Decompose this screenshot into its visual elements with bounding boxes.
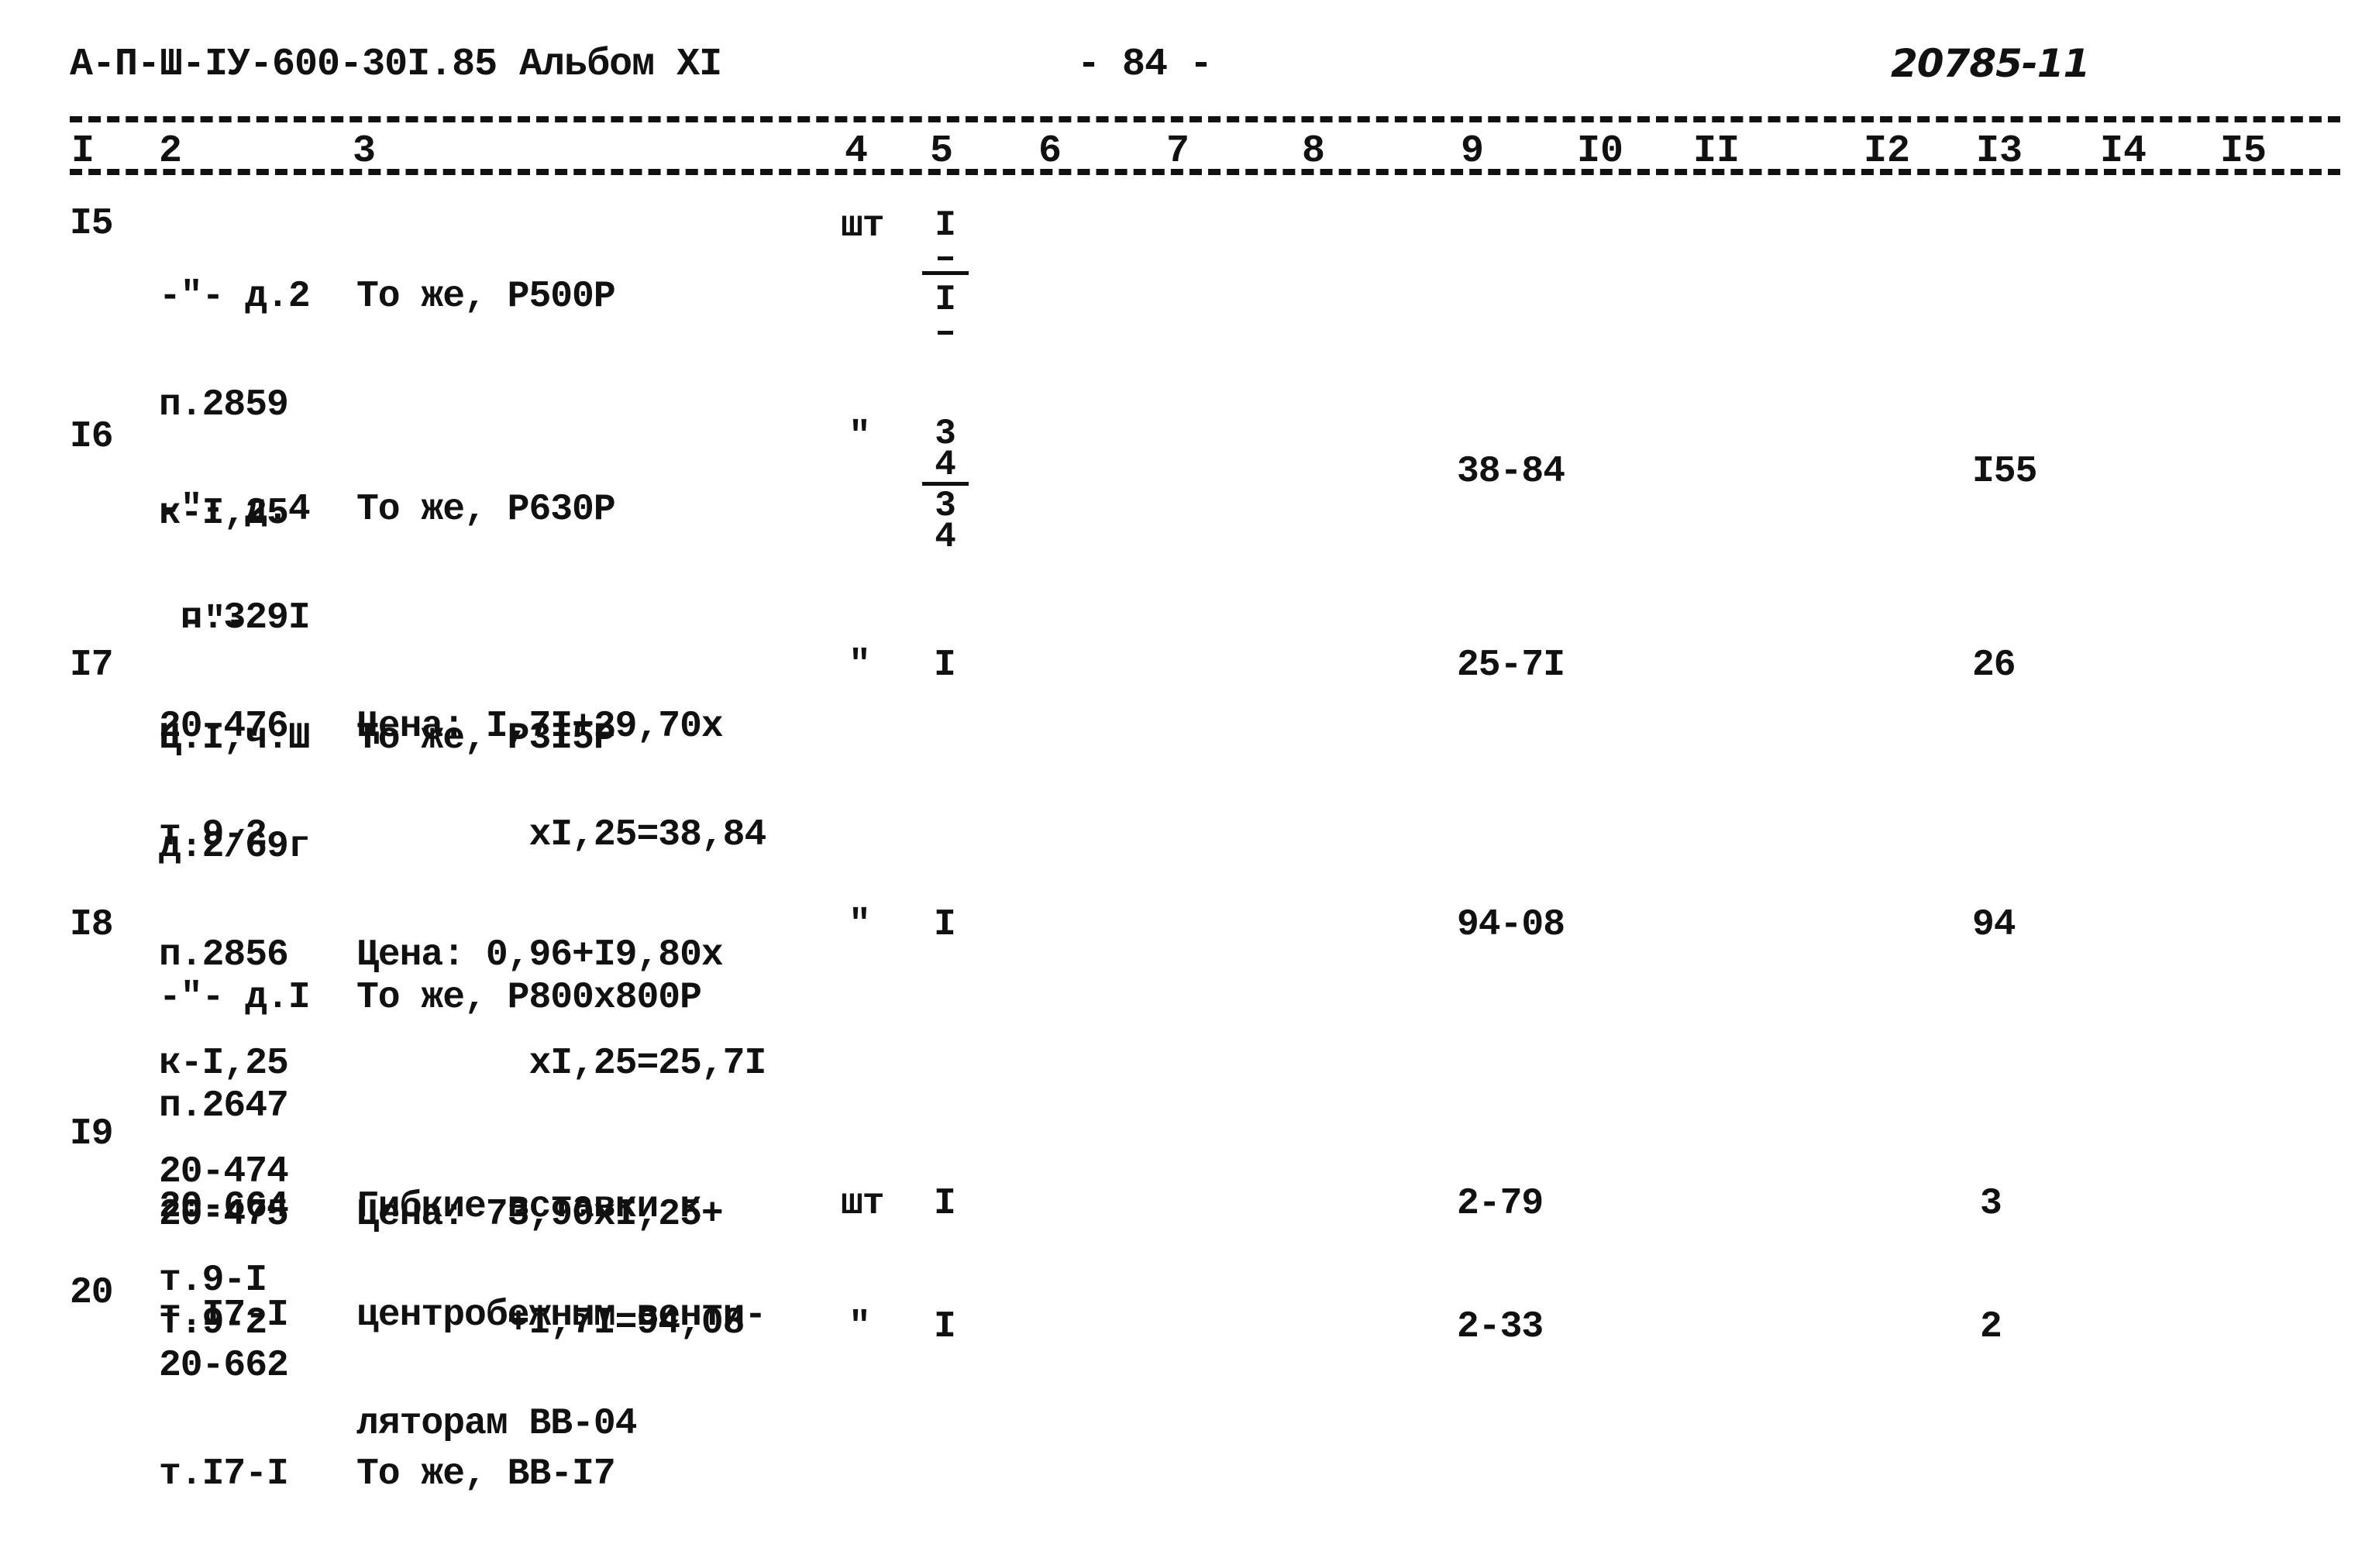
description-line: То же, ВВ-І7 bbox=[356, 1453, 616, 1495]
column-number: 4 bbox=[845, 129, 869, 174]
fraction-dash bbox=[938, 256, 953, 260]
row-column-9-value: 94-08 bbox=[1457, 904, 1565, 946]
description-line: Гибкие вставки к bbox=[356, 1186, 702, 1228]
row-number: І8 bbox=[70, 904, 114, 946]
row-description: То же, Р500Р bbox=[356, 205, 616, 388]
description-line bbox=[356, 1349, 615, 1383]
header-rule-bottom bbox=[70, 169, 2340, 175]
column-number: 9 bbox=[1461, 129, 1485, 174]
row-unit: " bbox=[849, 904, 871, 946]
row-reference: 20-662 т.І7-І bbox=[159, 1274, 289, 1566]
header-rule-top bbox=[70, 116, 2340, 122]
row-number: І9 bbox=[70, 1113, 114, 1155]
column-number: І5 bbox=[2220, 129, 2267, 174]
reference-line: 20-664 bbox=[159, 1186, 289, 1228]
description-line bbox=[356, 601, 766, 635]
row-number: І7 bbox=[70, 645, 114, 686]
quantity-denominator: І bbox=[935, 280, 956, 320]
quantity-denominator: 4 bbox=[935, 517, 956, 557]
row-number: 20 bbox=[70, 1272, 114, 1314]
row-quantity: І bbox=[934, 904, 956, 946]
column-number: І0 bbox=[1577, 129, 1624, 174]
fraction-bar bbox=[922, 271, 969, 275]
column-number: 3 bbox=[353, 129, 377, 174]
page-number: - 84 - bbox=[1077, 43, 1213, 87]
reference-line: -"- д.І bbox=[159, 977, 311, 1019]
row-unit: шт bbox=[841, 205, 885, 247]
row-column-13-value: І55 bbox=[1972, 451, 2037, 493]
column-number: 8 bbox=[1302, 129, 1326, 174]
description-line: То же, Р500Р bbox=[356, 276, 616, 318]
row-quantity: І bbox=[934, 1183, 956, 1225]
description-line: То же, Р630Р bbox=[356, 489, 616, 531]
row-unit: " bbox=[849, 645, 871, 686]
fraction-dash bbox=[938, 331, 953, 335]
reference-line: д.2/69г bbox=[159, 826, 311, 868]
document-code: А-П-Ш-ІУ-600-30І.85 Альбом ХІ bbox=[70, 43, 722, 87]
row-description: То же, ВВ-І7 bbox=[356, 1274, 616, 1566]
row-column-9-value: 2-79 bbox=[1457, 1183, 1544, 1225]
row-unit: шт bbox=[841, 1183, 885, 1225]
description-line: То же, Р3І5Р bbox=[356, 717, 616, 759]
column-number: 2 bbox=[159, 129, 183, 174]
row-column-13-value: 2 bbox=[1980, 1306, 2002, 1348]
row-column-13-value: 26 bbox=[1972, 645, 2016, 686]
column-number: 7 bbox=[1166, 129, 1190, 174]
column-number: 5 bbox=[930, 129, 954, 174]
row-unit: " bbox=[849, 1306, 871, 1348]
row-column-9-value: 2-33 bbox=[1457, 1306, 1544, 1348]
description-line: То же, Р800х800Р bbox=[356, 977, 702, 1019]
row-quantity: І bbox=[934, 1306, 956, 1348]
row-quantity: І bbox=[934, 645, 956, 686]
row-unit: " bbox=[849, 416, 871, 458]
quantity-numerator: І bbox=[935, 205, 956, 246]
row-quantity-fraction: 3 4 3 4 bbox=[922, 416, 969, 557]
column-number: І4 bbox=[2100, 129, 2147, 174]
reference-line: -"- д.4 bbox=[159, 489, 311, 531]
row-column-9-value: 38-84 bbox=[1457, 451, 1565, 493]
reference-line: 20-662 bbox=[159, 1345, 289, 1387]
quantity-numerator: 4 bbox=[935, 445, 956, 485]
reference-line: -"- д.2 bbox=[159, 276, 311, 318]
row-column-9-value: 25-7І bbox=[1457, 645, 1565, 686]
column-number: І bbox=[71, 129, 95, 174]
reference-line: п.2859 bbox=[159, 384, 289, 426]
reference-line: т.І7-І bbox=[159, 1453, 289, 1495]
row-column-13-value: 3 bbox=[1980, 1183, 2002, 1225]
description-line bbox=[356, 830, 766, 864]
registration-stamp: 20785-11 bbox=[1891, 41, 2090, 86]
row-quantity-fraction: І І bbox=[922, 205, 969, 346]
column-number: ІІ bbox=[1693, 129, 1740, 174]
reference-line: Ц.І,ч.Ш bbox=[159, 717, 311, 759]
column-number: І2 bbox=[1864, 129, 1911, 174]
row-number: І5 bbox=[70, 203, 114, 245]
reference-line: п.329І bbox=[159, 597, 311, 639]
column-number: 6 bbox=[1038, 129, 1062, 174]
column-number: І3 bbox=[1976, 129, 2023, 174]
row-column-13-value: 94 bbox=[1972, 904, 2016, 946]
row-number: І6 bbox=[70, 416, 114, 458]
